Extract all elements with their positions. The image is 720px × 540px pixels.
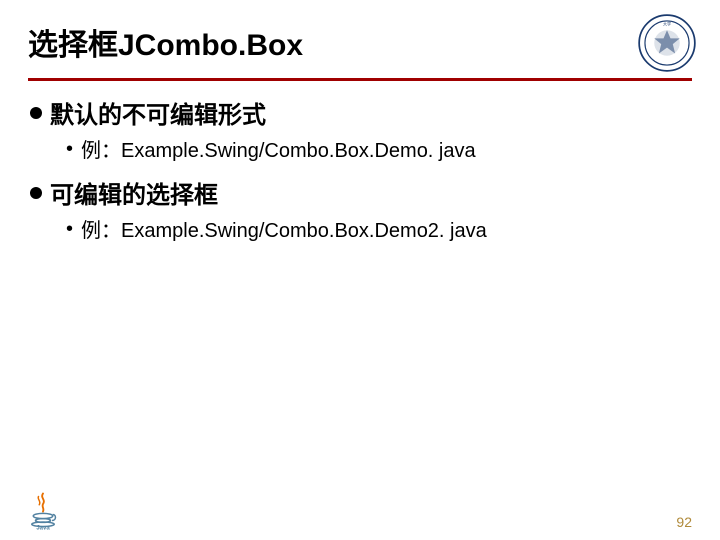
- footer: Java 92: [0, 490, 720, 530]
- svg-text:大学: 大学: [663, 21, 671, 27]
- dot-bullet-icon: •: [66, 219, 73, 239]
- content-area: 默认的不可编辑形式 • 例：Example.Swing/Combo.Box.De…: [28, 95, 692, 243]
- bullet-level1: 可编辑的选择框: [30, 175, 692, 210]
- bullet-level1: 默认的不可编辑形式: [30, 95, 692, 130]
- university-seal-icon: 大学: [638, 14, 696, 72]
- dot-bullet-icon: •: [66, 139, 73, 159]
- bullet1-heading: 默认的不可编辑形式: [50, 95, 266, 130]
- slide-container: 选择框JCombo.Box 大学 默认的不可编辑形式 • 例：Example.S…: [0, 0, 720, 540]
- disc-bullet-icon: [30, 107, 42, 119]
- title-underline: [28, 78, 692, 81]
- bullet-level2: • 例：Example.Swing/Combo.Box.Demo2. java: [66, 214, 692, 243]
- bullet-level2: • 例：Example.Swing/Combo.Box.Demo. java: [66, 134, 692, 163]
- bullet2-heading: 可编辑的选择框: [50, 175, 218, 210]
- bullet2-sub: 例：Example.Swing/Combo.Box.Demo2. java: [81, 214, 487, 243]
- java-logo-icon: Java: [28, 490, 58, 530]
- page-number: 92: [676, 514, 692, 530]
- slide-title: 选择框JCombo.Box: [28, 18, 303, 64]
- disc-bullet-icon: [30, 187, 42, 199]
- title-row: 选择框JCombo.Box 大学: [28, 18, 692, 72]
- svg-text:Java: Java: [36, 526, 50, 531]
- bullet1-sub: 例：Example.Swing/Combo.Box.Demo. java: [81, 134, 476, 163]
